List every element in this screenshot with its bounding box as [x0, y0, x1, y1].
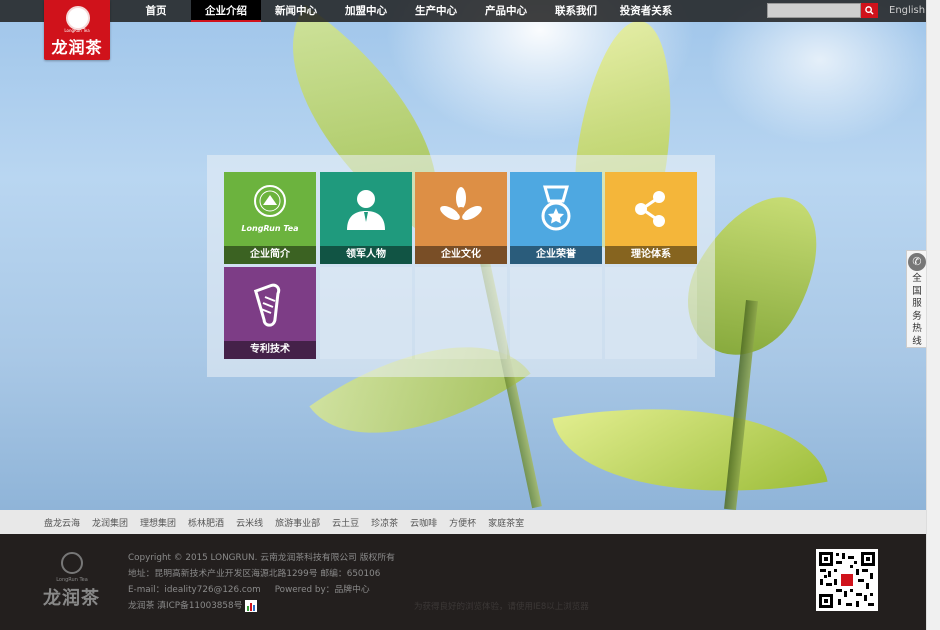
- partner-links: 盘龙云海 龙润集团 理想集团 栎林肥酒 云米线 旅游事业部 云土豆 珍凉茶 云咖…: [0, 510, 927, 534]
- logo-subtitle: LongRun Tea: [64, 28, 90, 33]
- tile-label: 企业荣誉: [510, 246, 602, 264]
- nav-home[interactable]: 首页: [121, 0, 191, 22]
- logo-emblem-icon: [66, 6, 90, 30]
- person-icon: [320, 172, 412, 246]
- tile-theory[interactable]: 理论体系: [605, 172, 697, 264]
- partner-link[interactable]: 云咖啡: [410, 516, 437, 529]
- intro-panel: LongRun Tea 企业简介 领军人物 企业文化 企业荣誉 理论体系 专利技…: [207, 155, 715, 377]
- footer-logo-subtitle: LongRun Tea: [56, 577, 88, 583]
- partner-link[interactable]: 旅游事业部: [275, 516, 320, 529]
- flower-icon: [415, 172, 507, 246]
- search-icon: [865, 6, 874, 15]
- hotline-label: 全国服务热线: [912, 273, 922, 347]
- tile-logo-text: LongRun Tea: [241, 224, 298, 233]
- nav-franchise[interactable]: 加盟中心: [331, 0, 401, 22]
- partner-link[interactable]: 栎林肥酒: [188, 516, 224, 529]
- tile-patents[interactable]: 专利技术: [224, 267, 316, 359]
- document-icon: [224, 267, 316, 341]
- partner-link[interactable]: 方便杯: [449, 516, 476, 529]
- language-switch[interactable]: English: [889, 5, 925, 16]
- partner-link[interactable]: 珍凉茶: [371, 516, 398, 529]
- empty-tile: [510, 267, 602, 359]
- browser-notice: 为获得良好的浏览体验，请使用IE8以上浏览器: [414, 602, 589, 612]
- partner-link[interactable]: 云米线: [236, 516, 263, 529]
- partner-link[interactable]: 理想集团: [140, 516, 176, 529]
- nav-investors[interactable]: 投资者关系: [611, 0, 681, 22]
- empty-tile: [320, 267, 412, 359]
- medal-icon: [510, 172, 602, 246]
- footer-logo-emblem-icon: [61, 552, 83, 574]
- tile-label: 企业简介: [224, 246, 316, 264]
- longrun-logo-icon: LongRun Tea: [224, 172, 316, 246]
- qr-pattern: [820, 553, 874, 607]
- leaf-decoration: [552, 373, 828, 510]
- tile-label: 理论体系: [605, 246, 697, 264]
- nav-production[interactable]: 生产中心: [401, 0, 471, 22]
- tile-label: 领军人物: [320, 246, 412, 264]
- empty-tile: [605, 267, 697, 359]
- tile-leaders[interactable]: 领军人物: [320, 172, 412, 264]
- email-powered-text: E-mail：ideality726@126.com Powered by：品牌…: [128, 585, 370, 595]
- copyright-text: Copyright © 2015 LONGRUN. 云南龙润茶科技有限公司 版权…: [128, 553, 395, 563]
- nav-about[interactable]: 企业介绍: [191, 0, 261, 22]
- logo-name: 龙润茶: [51, 38, 103, 57]
- footer-logo-name: 龙润茶: [43, 588, 100, 609]
- tile-honors[interactable]: 企业荣誉: [510, 172, 602, 264]
- nav-products[interactable]: 产品中心: [471, 0, 541, 22]
- partner-link[interactable]: 盘龙云海: [44, 516, 80, 529]
- top-nav-bar: 首页 企业介绍 新闻中心 加盟中心 生产中心 产品中心 联系我们 投资者关系 E…: [0, 0, 927, 22]
- service-hotline-tab[interactable]: ✆ 全国服务热线: [906, 250, 927, 348]
- page-scrollbar[interactable]: [926, 0, 940, 630]
- tile-culture[interactable]: 企业文化: [415, 172, 507, 264]
- partner-link[interactable]: 家庭茶室: [488, 516, 524, 529]
- tile-label: 专利技术: [224, 341, 316, 359]
- main-nav: 首页 企业介绍 新闻中心 加盟中心 生产中心 产品中心 联系我们 投资者关系: [121, 0, 681, 22]
- stats-icon[interactable]: [245, 599, 258, 612]
- qr-code: [816, 549, 878, 611]
- icp-row: 龙润茶 滇ICP备11003858号: [128, 598, 395, 614]
- icp-text[interactable]: 龙润茶 滇ICP备11003858号: [128, 601, 242, 611]
- footer: LongRun Tea 龙润茶 Copyright © 2015 LONGRUN…: [0, 534, 927, 630]
- tile-company-profile[interactable]: LongRun Tea 企业简介: [224, 172, 316, 264]
- share-icon: [605, 172, 697, 246]
- search-button[interactable]: [861, 3, 878, 18]
- partner-link[interactable]: 龙润集团: [92, 516, 128, 529]
- empty-tile: [415, 267, 507, 359]
- search-input[interactable]: [767, 3, 861, 18]
- tile-label: 企业文化: [415, 246, 507, 264]
- address-text: 地址：昆明高新技术产业开发区海源北路1299号 邮编：650106: [128, 569, 381, 579]
- brand-logo[interactable]: LongRun Tea 龙润茶: [44, 0, 110, 60]
- nav-news[interactable]: 新闻中心: [261, 0, 331, 22]
- phone-icon: ✆: [908, 253, 926, 271]
- nav-contact[interactable]: 联系我们: [541, 0, 611, 22]
- partner-link[interactable]: 云土豆: [332, 516, 359, 529]
- footer-info: Copyright © 2015 LONGRUN. 云南龙润茶科技有限公司 版权…: [128, 550, 395, 614]
